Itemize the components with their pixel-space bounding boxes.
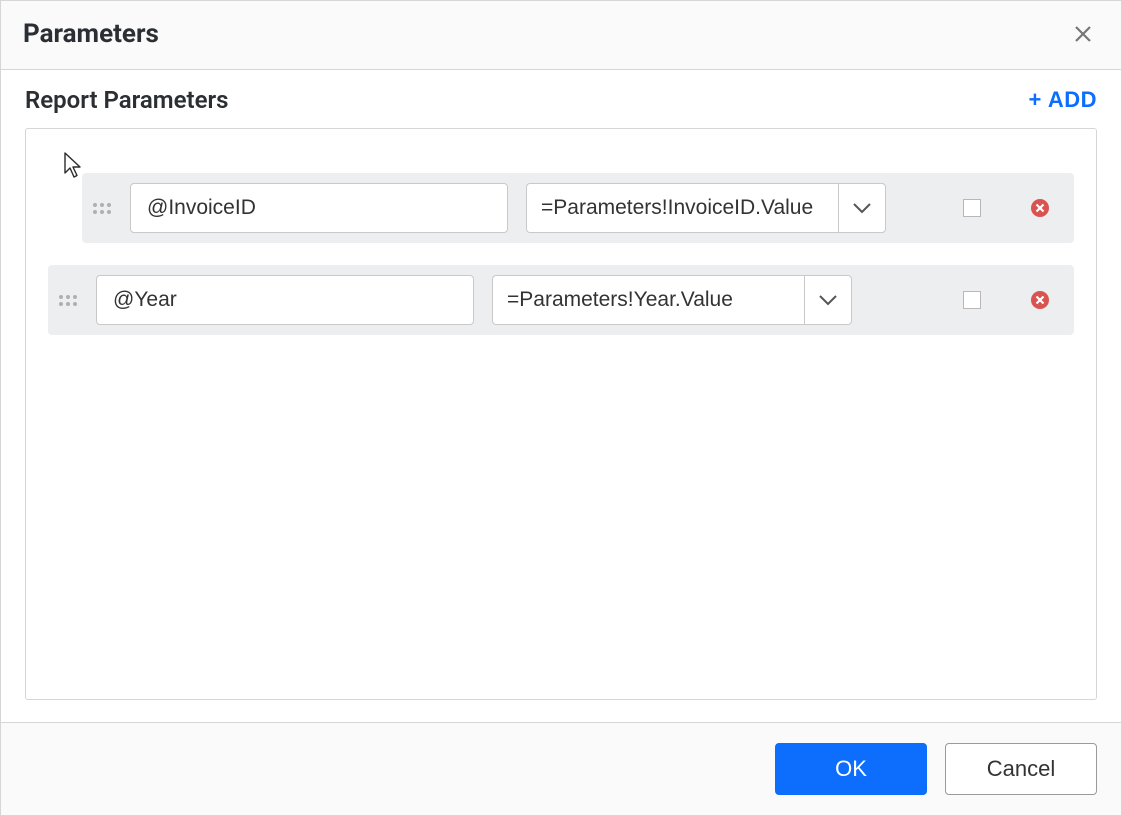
parameter-value-input[interactable] bbox=[526, 183, 838, 233]
delete-button[interactable] bbox=[1020, 290, 1060, 310]
parameter-checkbox[interactable] bbox=[963, 291, 981, 309]
dialog-footer: OK Cancel bbox=[1, 722, 1121, 815]
checkbox-wrap bbox=[942, 291, 1002, 309]
dialog-title: Parameters bbox=[23, 19, 159, 49]
parameter-value-wrap bbox=[492, 275, 852, 325]
close-icon bbox=[1074, 25, 1092, 43]
body-header: Report Parameters + ADD bbox=[25, 86, 1097, 128]
parameter-row bbox=[82, 173, 1074, 243]
parameter-name-input[interactable] bbox=[96, 275, 474, 325]
cancel-button[interactable]: Cancel bbox=[945, 743, 1097, 795]
add-button[interactable]: + ADD bbox=[1028, 87, 1097, 113]
plus-icon: + bbox=[1028, 87, 1041, 113]
delete-button[interactable] bbox=[1020, 198, 1060, 218]
value-dropdown-button[interactable] bbox=[838, 183, 886, 233]
checkbox-wrap bbox=[942, 199, 1002, 217]
drag-handle-icon[interactable] bbox=[92, 196, 112, 220]
chevron-down-icon bbox=[852, 202, 872, 214]
section-title: Report Parameters bbox=[25, 86, 229, 114]
close-button[interactable] bbox=[1069, 20, 1097, 48]
add-label: ADD bbox=[1048, 87, 1097, 113]
parameters-container bbox=[25, 128, 1097, 700]
ok-button[interactable]: OK bbox=[775, 743, 927, 795]
parameter-rows bbox=[48, 173, 1074, 335]
value-dropdown-button[interactable] bbox=[804, 275, 852, 325]
dialog-header: Parameters bbox=[1, 1, 1121, 70]
parameter-checkbox[interactable] bbox=[963, 199, 981, 217]
delete-icon bbox=[1030, 198, 1050, 218]
parameter-name-input[interactable] bbox=[130, 183, 508, 233]
drag-handle-icon[interactable] bbox=[58, 288, 78, 312]
delete-icon bbox=[1030, 290, 1050, 310]
parameter-value-input[interactable] bbox=[492, 275, 804, 325]
parameter-value-wrap bbox=[526, 183, 886, 233]
chevron-down-icon bbox=[818, 294, 838, 306]
dialog-body: Report Parameters + ADD bbox=[1, 70, 1121, 722]
parameter-row bbox=[48, 265, 1074, 335]
parameters-dialog: Parameters Report Parameters + ADD bbox=[0, 0, 1122, 816]
